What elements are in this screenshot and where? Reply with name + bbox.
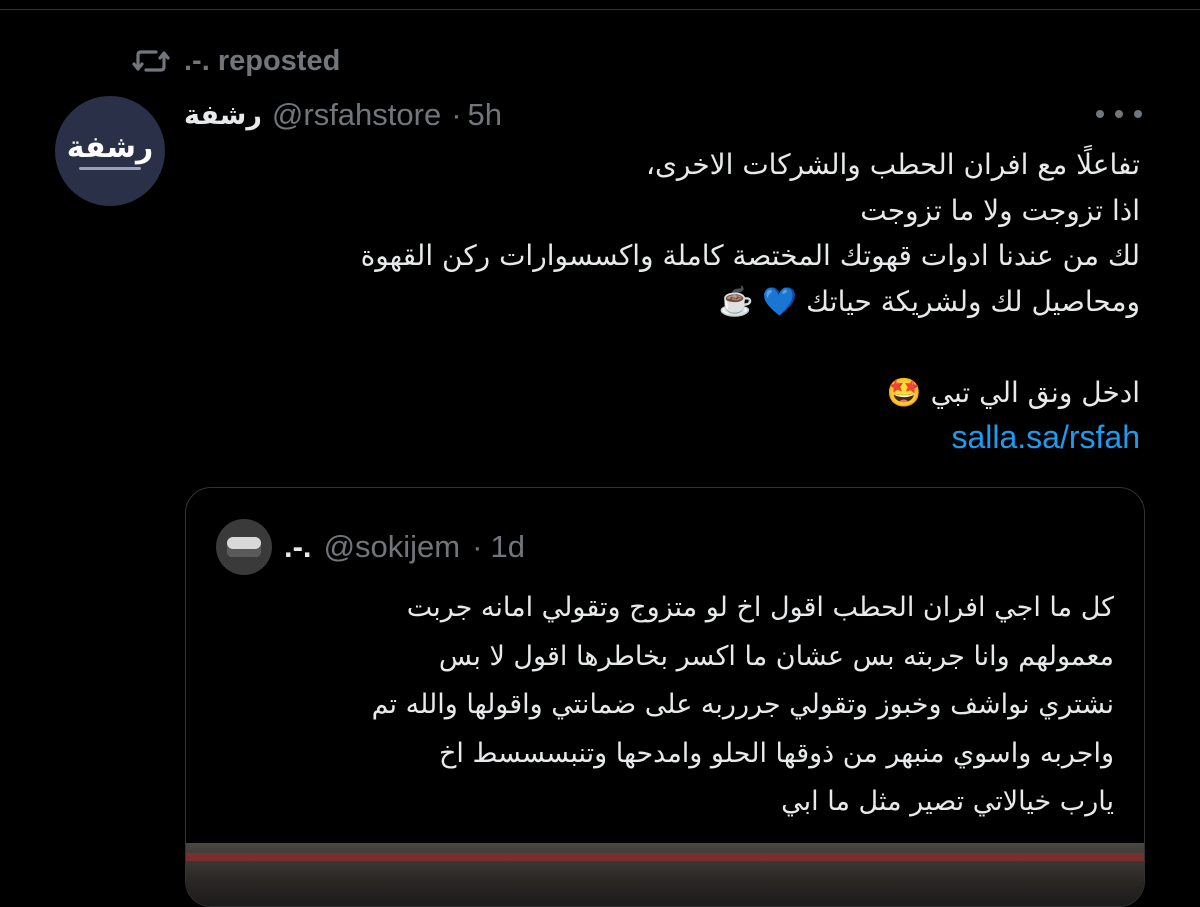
quote-media-image[interactable] bbox=[186, 843, 1144, 906]
quote-line: كل ما اجي افران الحطب اقول اخ لو متزوج و… bbox=[406, 592, 1114, 623]
quote-line: واجربه واسوي منبهر من ذوقها الحلو وامدحه… bbox=[438, 737, 1114, 769]
more-dot bbox=[1115, 110, 1123, 118]
tweet-timestamp[interactable]: 5h bbox=[468, 97, 502, 133]
more-dot bbox=[1096, 110, 1104, 118]
quoted-tweet-card[interactable]: .-. @sokijem · 1d كل ما اجي افران الحطب … bbox=[185, 487, 1145, 907]
meta-separator: · bbox=[451, 97, 462, 132]
media-stripe bbox=[186, 853, 1144, 861]
quote-author-name[interactable]: .-. bbox=[284, 529, 312, 565]
more-dot bbox=[1134, 110, 1142, 118]
avatar-image bbox=[227, 537, 261, 557]
repost-icon bbox=[132, 50, 170, 72]
repost-indicator[interactable]: .-. reposted bbox=[132, 40, 340, 82]
quote-text: كل ما اجي افران الحطب اقول اخ لو متزوج و… bbox=[212, 584, 1114, 827]
quote-header: .-. @sokijem · 1d bbox=[216, 518, 525, 576]
tweet-line: اذا تزوجت ولا ما تزوجت bbox=[860, 193, 1140, 227]
quote-line: معمولهم وانا جربته بس عشان ما اكسر بخاطر… bbox=[438, 640, 1114, 672]
author-name[interactable]: رشفة bbox=[184, 100, 262, 131]
quote-line: يارب خيالاتي تصير مثل ما ابي bbox=[781, 786, 1114, 817]
tweet-link[interactable]: salla.sa/rsfah bbox=[184, 415, 1140, 461]
author-handle[interactable]: @rsfahstore bbox=[272, 97, 441, 133]
quote-meta-separator: · bbox=[472, 529, 483, 564]
quote-timestamp[interactable]: 1d bbox=[490, 529, 524, 565]
tweet-line: ادخل ونق الي تبي 🤩 bbox=[886, 375, 1140, 409]
tweet-text: تفاعلًا مع افران الحطب والشركات الاخرى، … bbox=[184, 142, 1140, 461]
more-icon[interactable] bbox=[1096, 104, 1142, 124]
tweet-line: تفاعلًا مع افران الحطب والشركات الاخرى، bbox=[645, 148, 1140, 181]
tweet-header: رشفة @rsfahstore · 5h bbox=[184, 92, 502, 138]
quote-line: نشتري نواشف وخبوز وتقولي جررربه على ضمان… bbox=[371, 689, 1114, 720]
repost-text[interactable]: .-. reposted bbox=[184, 45, 340, 78]
avatar-logo-text: رشفة bbox=[66, 129, 154, 165]
tweet-line: ومحاصيل لك ولشريكة حياتك 💙 ☕️ bbox=[718, 284, 1140, 318]
quote-author-avatar[interactable] bbox=[216, 519, 272, 575]
author-avatar[interactable]: رشفة bbox=[55, 96, 165, 206]
top-divider bbox=[0, 9, 1200, 10]
tweet-line: لك من عندنا ادوات قهوتك المختصة كاملة وا… bbox=[360, 239, 1140, 272]
avatar-logo-underline bbox=[79, 166, 141, 170]
quote-author-handle[interactable]: @sokijem bbox=[324, 529, 461, 565]
